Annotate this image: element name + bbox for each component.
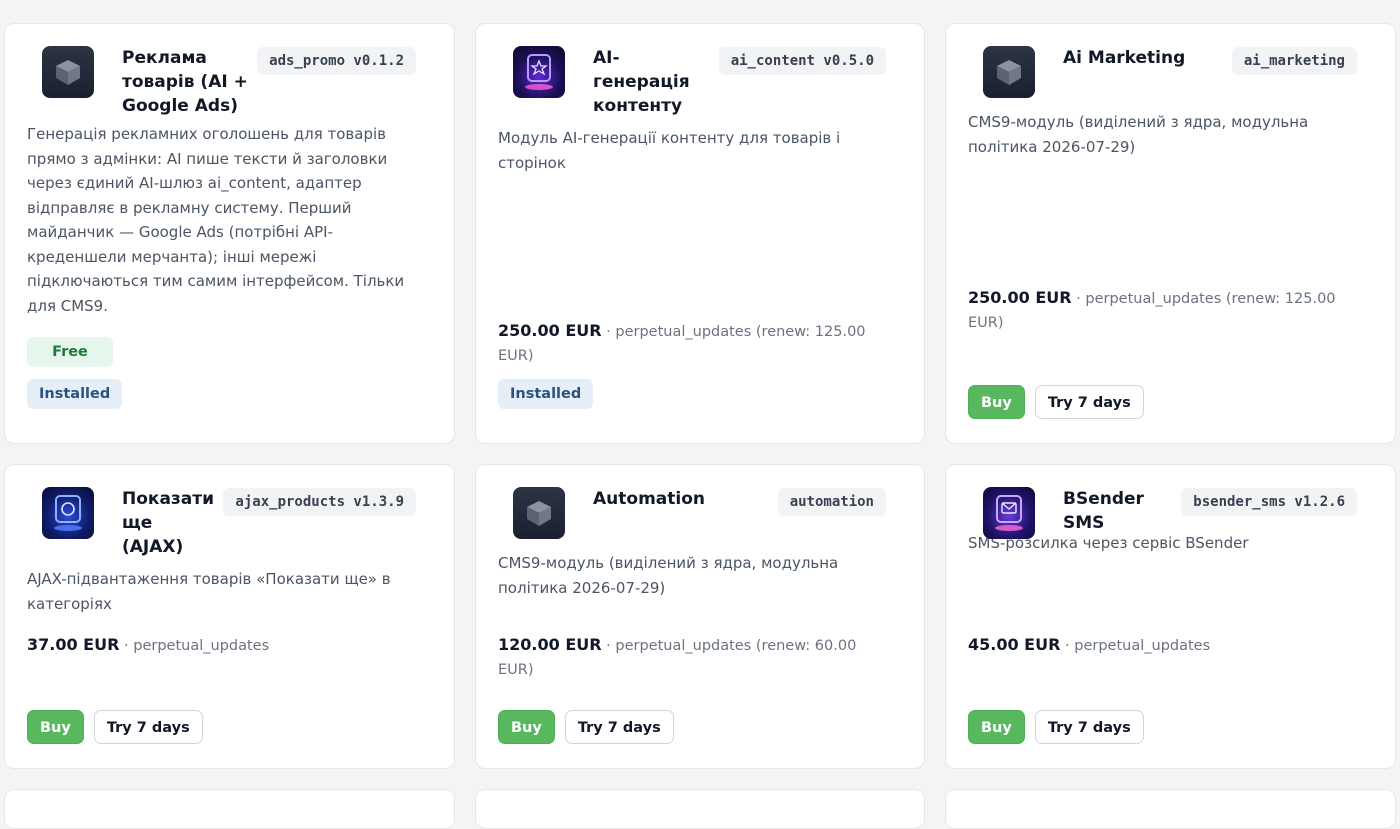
module-slug: ajax_products v1.3.9 <box>223 488 416 516</box>
buy-button[interactable]: Buy <box>498 710 555 744</box>
module-grid: Реклама товарів (AI + Google Ads) ads_pr… <box>0 0 1400 829</box>
module-card: AI-генерація контенту ai_content v0.5.0 … <box>475 23 925 444</box>
try-button[interactable]: Try 7 days <box>1034 710 1144 744</box>
module-description: CMS9-модуль (виділений з ядра, модульна … <box>498 554 839 597</box>
module-title: Automation <box>593 489 705 509</box>
price-row: 37.00 EUR · perpetual_updates <box>27 633 424 658</box>
module-title: Реклама товарів (AI + Google Ads) <box>122 48 248 116</box>
license-terms: · perpetual_updates <box>124 638 270 654</box>
installed-badge: Installed <box>498 379 594 409</box>
license-terms: · perpetual_updates <box>1065 638 1211 654</box>
module-slug: ai_content v0.5.0 <box>718 47 886 75</box>
module-title: Показати ще (AJAX) <box>122 489 215 557</box>
try-button[interactable]: Try 7 days <box>564 710 674 744</box>
card-header: BSender SMS bsender_sms v1.2.6 <box>968 487 1373 539</box>
price-row: 250.00 EUR · perpetual_updates (renew: 1… <box>498 319 894 368</box>
module-description: Модуль AI-генерації контенту для товарів… <box>498 129 841 172</box>
neon-ring-icon <box>42 487 94 539</box>
module-card: Automation automation CMS9-модуль (виділ… <box>475 464 925 769</box>
try-button[interactable]: Try 7 days <box>1034 385 1144 419</box>
module-title: Ai Marketing <box>1063 48 1186 68</box>
neon-mail-icon <box>983 487 1035 539</box>
neon-star-icon <box>513 46 565 98</box>
module-description: Генерація рекламних оголошень для товарі… <box>27 125 405 315</box>
price-amount: 45.00 EUR <box>968 635 1061 654</box>
price-amount: 250.00 EUR <box>498 321 602 340</box>
card-actions: Buy Try 7 days <box>498 710 674 744</box>
buy-button[interactable]: Buy <box>968 385 1025 419</box>
price-row: 120.00 EUR · perpetual_updates (renew: 6… <box>498 633 894 682</box>
module-title: AI-генерація контенту <box>593 48 690 116</box>
installed-badge: Installed <box>27 379 123 409</box>
card-actions: Buy Try 7 days <box>968 385 1144 419</box>
module-card: Показати ще (AJAX) ajax_products v1.3.9 … <box>4 464 455 769</box>
cube-icon <box>42 46 94 98</box>
module-slug: bsender_sms v1.2.6 <box>1181 488 1357 516</box>
buy-button[interactable]: Buy <box>27 710 84 744</box>
card-header: Automation automation <box>498 487 902 539</box>
module-slug: automation <box>777 488 886 516</box>
try-button[interactable]: Try 7 days <box>93 710 203 744</box>
card-header: Показати ще (AJAX) ajax_products v1.3.9 <box>27 487 432 559</box>
module-card: BSender SMS bsender_sms v1.2.6 SMS-розси… <box>945 464 1396 769</box>
module-card: Ai Marketing ai_marketing CMS9-модуль (в… <box>945 23 1396 444</box>
card-actions: Buy Try 7 days <box>27 710 203 744</box>
card-header: AI-генерація контенту ai_content v0.5.0 <box>498 46 902 118</box>
price-amount: 120.00 EUR <box>498 635 602 654</box>
price-row: 250.00 EUR · perpetual_updates (renew: 1… <box>968 286 1365 335</box>
free-badge: Free <box>27 337 113 367</box>
module-title: BSender SMS <box>1063 489 1144 533</box>
module-description: CMS9-модуль (виділений з ядра, модульна … <box>968 113 1309 156</box>
price-row: 45.00 EUR · perpetual_updates <box>968 633 1365 658</box>
module-slug: ads_promo v0.1.2 <box>257 47 416 75</box>
card-header: Ai Marketing ai_marketing <box>968 46 1373 98</box>
cube-icon <box>513 487 565 539</box>
module-card-partial <box>475 789 925 829</box>
module-description: AJAX-підвантаження товарів «Показати ще»… <box>27 570 391 613</box>
card-actions: Buy Try 7 days <box>968 710 1144 744</box>
module-slug: ai_marketing <box>1231 47 1357 75</box>
price-amount: 250.00 EUR <box>968 288 1072 307</box>
card-header: Реклама товарів (AI + Google Ads) ads_pr… <box>27 46 432 118</box>
module-card-partial <box>4 789 455 829</box>
cube-icon <box>983 46 1035 98</box>
price-amount: 37.00 EUR <box>27 635 120 654</box>
module-card-partial <box>945 789 1396 829</box>
module-card: Реклама товарів (AI + Google Ads) ads_pr… <box>4 23 455 444</box>
buy-button[interactable]: Buy <box>968 710 1025 744</box>
